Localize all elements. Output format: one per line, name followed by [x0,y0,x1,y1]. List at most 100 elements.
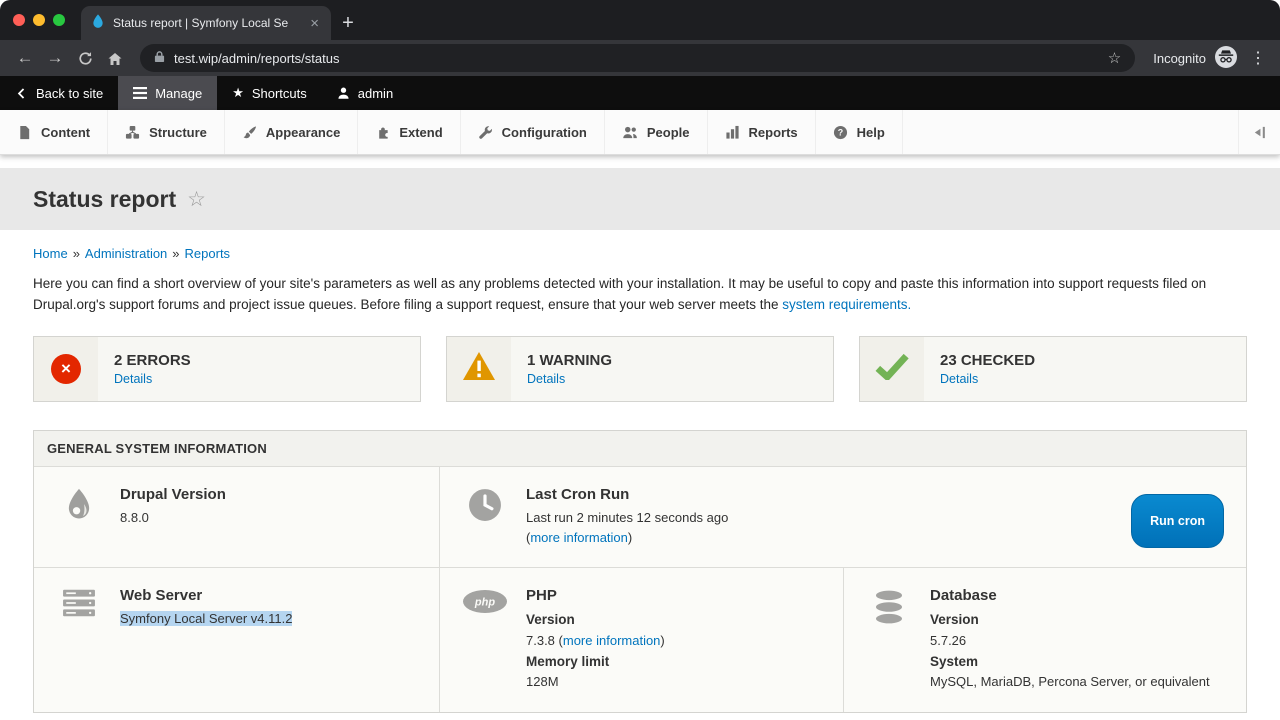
server-icon [56,587,102,692]
help-icon: ? [833,125,848,140]
home-icon[interactable] [100,48,130,68]
browser-tab[interactable]: Status report | Symfony Local Se × [81,6,331,40]
manage-tab[interactable]: Manage [118,76,217,110]
back-icon[interactable]: ← [10,48,40,68]
lock-icon [154,50,165,66]
php-icon: php [462,587,508,692]
main-content: Home » Administration » Reports Here you can… [0,230,1280,713]
people-icon [622,125,638,140]
database-version-value: 5.7.26 [930,631,1210,651]
tab-close-icon[interactable]: × [308,15,321,32]
forward-icon[interactable]: → [40,48,70,68]
admin-bar-spacer [408,76,1280,110]
web-server-value: Symfony Local Server v4.11.2 [120,611,292,626]
incognito-icon [1214,45,1238,72]
last-cron-run-cell: Last Cron Run Last run 2 minutes 12 seco… [439,467,1246,567]
window-minimize-button[interactable] [33,14,45,26]
menu-item-help[interactable]: ? Help [816,110,903,154]
user-menu[interactable]: admin [322,76,408,110]
checked-count: 23 CHECKED [940,352,1035,369]
star-icon: ★ [232,85,244,101]
breadcrumb-reports[interactable]: Reports [185,246,231,261]
tab-favicon-drupal-icon [91,14,105,33]
window-zoom-button[interactable] [53,14,65,26]
status-summary-cards: × 2 ERRORS Details 1 WARNING Details [33,336,1247,402]
menu-item-extend[interactable]: Extend [358,110,460,154]
section-title: GENERAL SYSTEM INFORMATION [34,431,1246,467]
menu-item-content[interactable]: Content [0,110,108,154]
checked-details-link[interactable]: Details [940,372,978,386]
browser-toolbar: ← → test.wip/admin/reports/status ☆ Inco… [0,40,1280,76]
database-system-value: MySQL, MariaDB, Percona Server, or equiv… [930,672,1210,692]
last-cron-title: Last Cron Run [526,486,728,503]
web-server-cell: Web Server Symfony Local Server v4.11.2 [34,568,439,711]
drupal-icon [56,486,102,548]
back-to-site-link[interactable]: Back to site [0,76,118,110]
menu-item-people[interactable]: People [605,110,708,154]
warning-icon [463,352,495,385]
php-version-value: 7.3.8 [526,633,559,648]
checked-card: 23 CHECKED Details [859,336,1247,402]
errors-card: × 2 ERRORS Details [33,336,421,402]
new-tab-button[interactable]: + [331,6,365,40]
drupal-version-cell: Drupal Version 8.8.0 [34,467,439,567]
browser-menu-icon[interactable]: ⋮ [1246,48,1270,68]
toolbar-orientation-toggle[interactable] [1238,110,1280,154]
breadcrumb-home[interactable]: Home [33,246,68,261]
url-text: test.wip/admin/reports/status [174,51,339,66]
drupal-version-value: 8.8.0 [120,508,226,528]
drupal-admin-bar: Back to site Manage ★ Shortcuts admin [0,76,1280,110]
warnings-count: 1 WARNING [527,352,612,369]
incognito-label: Incognito [1153,51,1206,66]
web-server-title: Web Server [120,587,292,604]
content-icon [17,125,32,140]
menu-item-appearance[interactable]: Appearance [225,110,358,154]
php-title: PHP [526,587,665,604]
extend-icon [375,125,390,140]
system-info-row-2: Web Server Symfony Local Server v4.11.2 … [34,567,1246,711]
structure-icon [125,125,140,140]
warnings-details-link[interactable]: Details [527,372,565,386]
breadcrumb-separator: » [172,246,179,261]
intro-paragraph: Here you can find a short overview of yo… [33,274,1247,316]
warnings-card: 1 WARNING Details [446,336,834,402]
last-cron-value: Last run 2 minutes 12 seconds ago [526,508,728,528]
error-icon: × [51,354,81,384]
breadcrumb: Home » Administration » Reports [33,246,1247,261]
window-close-button[interactable] [13,14,25,26]
breadcrumb-administration[interactable]: Administration [85,246,167,261]
drupal-version-title: Drupal Version [120,486,226,503]
system-info-row-1: Drupal Version 8.8.0 Last Cron Run Last … [34,467,1246,567]
breadcrumb-separator: » [73,246,80,261]
database-icon [866,587,912,692]
database-title: Database [930,587,1210,604]
cron-more-information-link[interactable]: more information [530,530,628,545]
configuration-icon [478,125,493,140]
database-system-label: System [930,651,1210,673]
system-requirements-link[interactable]: system requirements. [782,297,911,312]
general-system-information: GENERAL SYSTEM INFORMATION Drupal Versio… [33,430,1247,713]
favorite-star-icon[interactable]: ☆ [187,187,206,212]
menu-item-structure[interactable]: Structure [108,110,225,154]
appearance-icon [242,125,257,140]
browser-tab-bar: Status report | Symfony Local Se × + [0,0,1280,40]
php-more-information-link[interactable]: more information [563,633,661,648]
database-version-label: Version [930,609,1210,631]
errors-details-link[interactable]: Details [114,372,152,386]
window-controls [0,0,81,40]
url-bar[interactable]: test.wip/admin/reports/status ☆ [140,44,1135,72]
menu-item-reports[interactable]: Reports [708,110,816,154]
shortcuts-tab[interactable]: ★ Shortcuts [217,76,322,110]
svg-text:php: php [474,597,495,609]
menu-item-configuration[interactable]: Configuration [461,110,605,154]
bookmark-star-icon[interactable]: ☆ [1108,49,1121,67]
tab-title: Status report | Symfony Local Se [113,16,300,30]
check-icon [875,353,909,385]
drupal-menu-toolbar: Content Structure Appearance Extend Conf… [0,110,1280,155]
reload-icon[interactable] [70,48,100,68]
collapse-icon [1252,125,1267,140]
php-memory-limit-value: 128M [526,672,665,692]
content-gap [0,155,1280,168]
svg-text:?: ? [837,127,842,137]
run-cron-button[interactable]: Run cron [1131,494,1224,548]
